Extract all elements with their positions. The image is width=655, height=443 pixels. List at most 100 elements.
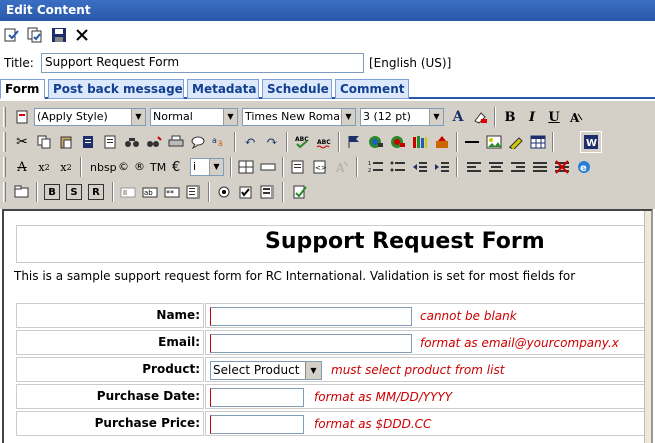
size-select[interactable]: 3 (12 pt) ▼ [360,108,444,126]
listbox-icon[interactable] [258,182,278,202]
strikethrough-button[interactable]: A [12,157,32,177]
highlight-color-icon[interactable] [470,107,490,127]
checkbox-icon[interactable] [236,182,256,202]
svg-text:A: A [569,111,580,124]
find-icon[interactable] [122,132,142,152]
toolbar-grip[interactable] [3,182,6,202]
superscript-button[interactable]: x2 [34,157,54,177]
underline-button[interactable]: U [544,107,564,127]
hidden-field-icon[interactable] [118,182,138,202]
check-spelling-icon[interactable] [3,26,21,44]
superscript-a-button[interactable]: A [566,107,586,127]
library-link-icon[interactable] [388,132,408,152]
tab-post-back-message[interactable]: Post back message [48,79,184,99]
cut-icon[interactable]: ✂ [12,132,32,152]
form-button-r[interactable]: R [88,184,104,200]
toolbar-separator [208,182,210,202]
spell-check-as-you-type-icon[interactable]: ABC [314,132,334,152]
align-right-icon[interactable] [508,157,528,177]
paste-icon[interactable] [56,132,76,152]
table-icon[interactable] [528,132,548,152]
tab-comment[interactable]: Comment [335,79,409,99]
toolbar-grip[interactable] [3,132,6,152]
bullet-list-icon[interactable] [388,157,408,177]
editor-content-area[interactable]: Support Request Form This is a sample su… [2,209,653,443]
toolbar-row-3: A x2 x2 nbsp © ® TM € i ▼ <> A 12 e [0,155,604,179]
form-button-s[interactable]: S [66,184,82,200]
replace-icon[interactable] [144,132,164,152]
align-center-icon[interactable] [486,157,506,177]
toolbar-separator [494,107,496,127]
trademark-button[interactable]: TM [150,161,166,174]
close-icon[interactable] [73,26,91,44]
apply-style-select[interactable]: (Apply Style) ▼ [34,108,146,126]
toolbar-grip[interactable] [3,107,6,127]
nbsp-button[interactable]: nbsp [90,161,117,174]
editor-scrollbar[interactable] [644,211,651,443]
subscript-button[interactable]: x2 [56,157,76,177]
image-icon[interactable] [484,132,504,152]
name-input[interactable] [210,307,412,326]
upload-icon[interactable] [432,132,452,152]
insert-table-icon[interactable] [236,157,256,177]
format-select[interactable]: Normal ▼ [150,108,238,126]
page-properties-icon[interactable] [288,157,308,177]
radio-button-icon[interactable] [214,182,234,202]
copy-icon[interactable] [34,132,54,152]
form-icon[interactable] [12,182,32,202]
print-icon[interactable] [166,132,186,152]
purchase-date-input[interactable] [210,388,304,407]
purchase-date-label: Purchase Date: [16,384,204,409]
outdent-icon[interactable] [410,157,430,177]
euro-button[interactable]: € [172,160,180,175]
title-row: Title: Support Request Form [English (US… [0,51,655,75]
word-icon[interactable]: W [580,131,602,153]
email-input[interactable] [210,334,412,353]
horizontal-rule-icon[interactable] [462,132,482,152]
chevron-down-icon: ▼ [429,109,443,125]
paste-word-icon[interactable] [100,132,120,152]
indent-icon[interactable] [432,157,452,177]
toolbar-separator [338,132,340,152]
text-field-icon[interactable] [258,157,278,177]
internet-explorer-icon[interactable]: e [574,157,594,177]
special-char-select[interactable]: i ▼ [190,158,224,176]
product-select[interactable]: Select Product ▼ [210,361,322,380]
html-source-icon[interactable]: <> [310,157,330,177]
font-color-button[interactable]: A [448,107,468,127]
registered-button[interactable]: ® [134,160,145,173]
tab-form[interactable]: Form [0,79,45,99]
text-box-icon[interactable]: ab [140,182,160,202]
toolbar-grip[interactable] [3,157,6,177]
tab-schedule[interactable]: Schedule [262,79,332,99]
spell-check-icon[interactable]: ABC [292,132,312,152]
bold-button[interactable]: B [500,107,520,127]
edit-pencil-icon[interactable] [506,132,526,152]
password-field-icon[interactable]: ** [162,182,182,202]
bookmark-flag-icon[interactable] [344,132,364,152]
save-icon[interactable] [50,26,68,44]
title-input[interactable]: Support Request Form [41,53,364,73]
svg-text:ABC: ABC [317,139,331,146]
purchase-price-input[interactable] [210,415,304,434]
form-button-b[interactable]: B [44,184,60,200]
italic-button[interactable]: I [522,107,542,127]
clear-format-icon[interactable] [552,157,572,177]
tab-metadata[interactable]: Metadata [187,79,259,99]
redo-icon[interactable]: ↷ [262,132,282,152]
hyperlink-icon[interactable] [366,132,386,152]
publish-icon[interactable] [26,26,44,44]
numbered-list-icon[interactable]: 12 [366,157,386,177]
spellcheck-icon[interactable]: aä [210,132,230,152]
justify-icon[interactable] [530,157,550,177]
comment-icon[interactable] [188,132,208,152]
copyright-button[interactable]: © [118,160,129,173]
textarea-icon[interactable] [184,182,204,202]
paste-text-icon[interactable] [78,132,98,152]
font-select[interactable]: Times New Roman ▼ [242,108,356,126]
validation-icon[interactable] [290,182,310,202]
style-icon[interactable] [12,107,32,127]
undo-icon[interactable]: ↶ [240,132,260,152]
library-icon[interactable] [410,132,430,152]
align-left-icon[interactable] [464,157,484,177]
